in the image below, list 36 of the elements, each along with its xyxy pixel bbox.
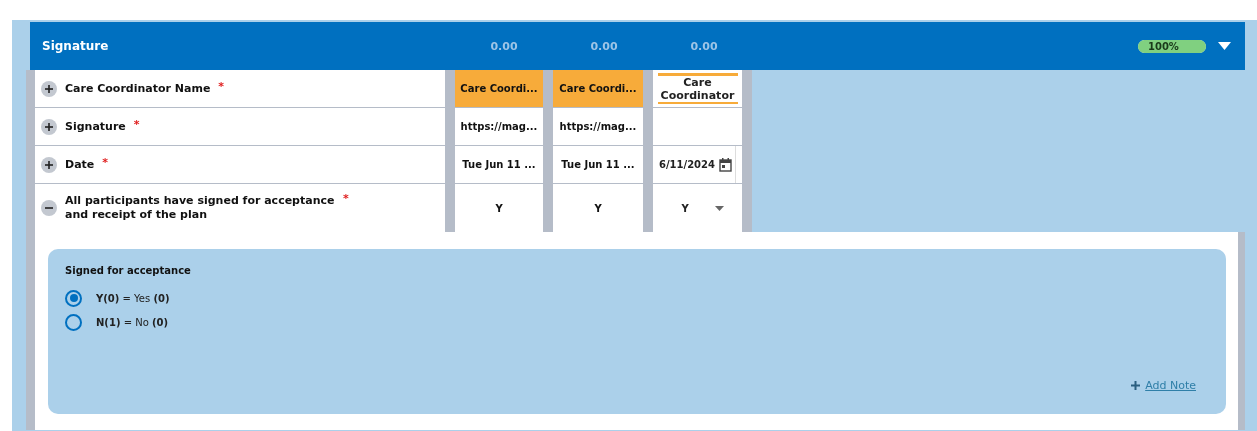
radio-button[interactable] (65, 289, 82, 307)
question-label: Signed for acceptance (65, 265, 192, 276)
required-mark: * (133, 118, 140, 131)
expand-icon[interactable] (41, 80, 57, 97)
field-label: Signature (65, 119, 126, 134)
column-total: 0.00 (489, 39, 519, 53)
required-mark: * (102, 156, 109, 169)
table-cell: Y (553, 184, 643, 232)
progress-bar: 100% (1138, 39, 1206, 53)
option-label: N(1) = No (0) (96, 316, 169, 328)
radio-button[interactable] (65, 313, 82, 331)
expand-icon[interactable] (41, 118, 57, 135)
table-cell: Y (455, 184, 543, 232)
field-label: Date (65, 157, 95, 172)
field-label: Care Coordinator Name (65, 81, 211, 96)
caret-down-icon[interactable] (1218, 42, 1231, 50)
section-title: Signature (41, 39, 110, 53)
option-label: Y(0) = Yes (0) (96, 292, 170, 304)
caret-icon (714, 205, 724, 211)
collapse-icon[interactable] (41, 200, 57, 216)
field-label: All participants have signed for acceptance and receipt of the plan (65, 194, 335, 222)
expand-icon[interactable] (41, 156, 57, 173)
column-total: 0.00 (689, 39, 719, 53)
select-field[interactable]: Y (671, 202, 724, 214)
table-cell: Care Coordi... (455, 70, 543, 107)
table-cell: Tue Jun 11 ... (553, 146, 643, 183)
text-area[interactable]: Care Coordinator (657, 73, 738, 104)
table-cell: https://mag... (455, 108, 543, 145)
table-cell: https://mag... (553, 108, 643, 145)
plus-icon (1131, 381, 1141, 390)
table-cell: Care Coordi... (553, 70, 643, 107)
calendar-icon (719, 157, 732, 172)
required-mark: * (343, 192, 349, 205)
required-mark: * (218, 80, 225, 93)
column-total: 0.00 (589, 39, 619, 53)
table-cell: Tue Jun 11 ... (455, 146, 543, 183)
